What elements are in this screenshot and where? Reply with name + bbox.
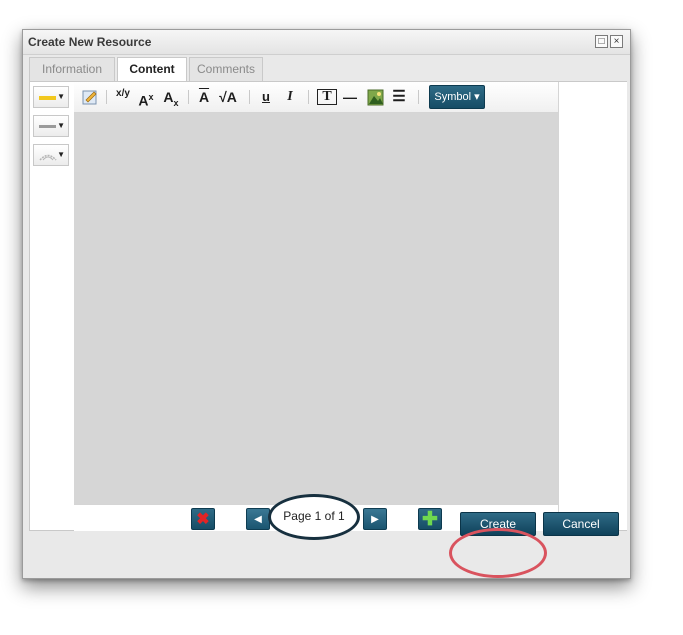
line-style-icon xyxy=(39,154,57,161)
horizontal-line-button[interactable]: — xyxy=(341,87,359,107)
content-panel: ▼ ▼ ▼ x/y Ax Ax A √A u I T — ☰ Symbol ▾ … xyxy=(29,81,627,531)
tab-bar: Information Content Comments xyxy=(29,57,621,82)
square-root-button[interactable]: √A xyxy=(219,87,237,107)
superscript-letter: A xyxy=(138,92,149,109)
chevron-down-icon: ▼ xyxy=(57,150,65,159)
create-button-highlight xyxy=(449,528,547,578)
underline-button[interactable]: u xyxy=(257,87,275,107)
edit-icon[interactable] xyxy=(81,87,99,107)
cancel-button[interactable]: Cancel xyxy=(543,512,619,536)
superscript-mark: x xyxy=(148,92,154,102)
tab-comments[interactable]: Comments xyxy=(189,57,263,81)
line-color-swatch xyxy=(39,125,56,128)
toolbar-separator xyxy=(249,90,250,104)
symbol-dropdown-button[interactable]: Symbol ▾ xyxy=(429,85,485,109)
editor-toolbar: x/y Ax Ax A √A u I T — ☰ Symbol ▾ xyxy=(74,82,558,113)
superscript-button[interactable]: Ax xyxy=(137,87,155,109)
chevron-down-icon: ▾ xyxy=(474,91,480,103)
toolbar-separator xyxy=(188,90,189,104)
left-toolbox: ▼ ▼ ▼ xyxy=(30,82,75,530)
tab-content[interactable]: Content xyxy=(117,57,187,82)
toolbar-separator xyxy=(418,90,419,104)
insert-image-icon[interactable] xyxy=(366,87,384,107)
add-page-button[interactable]: ✚ xyxy=(418,508,442,530)
dialog-titlebar[interactable]: Create New Resource □ × xyxy=(23,30,630,55)
chevron-down-icon: ▼ xyxy=(57,92,65,101)
delete-page-button[interactable]: ✖ xyxy=(191,508,215,530)
subscript-button[interactable]: Ax xyxy=(162,87,180,108)
next-page-button[interactable]: ▶ xyxy=(363,508,387,530)
overline-button[interactable]: A xyxy=(195,87,213,107)
page-indicator: Page 1 of 1 xyxy=(283,509,345,523)
subscript-letter: A xyxy=(163,89,174,105)
list-button[interactable]: ☰ xyxy=(390,87,408,107)
previous-page-button[interactable]: ◀ xyxy=(246,508,270,530)
toolbar-separator xyxy=(106,90,107,104)
toolbar-separator xyxy=(308,90,309,104)
line-style-dropdown[interactable]: ▼ xyxy=(33,144,69,166)
page-indicator-highlight: Page 1 of 1 xyxy=(268,494,360,540)
highlight-color-swatch xyxy=(39,96,56,100)
subscript-mark: x xyxy=(173,97,179,108)
textbox-button[interactable]: T xyxy=(317,89,337,105)
symbol-label: Symbol xyxy=(434,91,472,103)
dialog-title: Create New Resource xyxy=(28,35,152,49)
chevron-down-icon: ▼ xyxy=(57,121,65,130)
italic-button[interactable]: I xyxy=(281,87,299,107)
editor-canvas[interactable] xyxy=(74,113,558,504)
fraction-button[interactable]: x/y xyxy=(114,89,132,109)
line-color-dropdown[interactable]: ▼ xyxy=(33,115,69,137)
highlight-color-dropdown[interactable]: ▼ xyxy=(33,86,69,108)
right-pane xyxy=(558,82,627,530)
tab-information[interactable]: Information xyxy=(29,57,115,81)
close-window-button[interactable]: × xyxy=(610,35,623,48)
restore-window-button[interactable]: □ xyxy=(595,35,608,48)
